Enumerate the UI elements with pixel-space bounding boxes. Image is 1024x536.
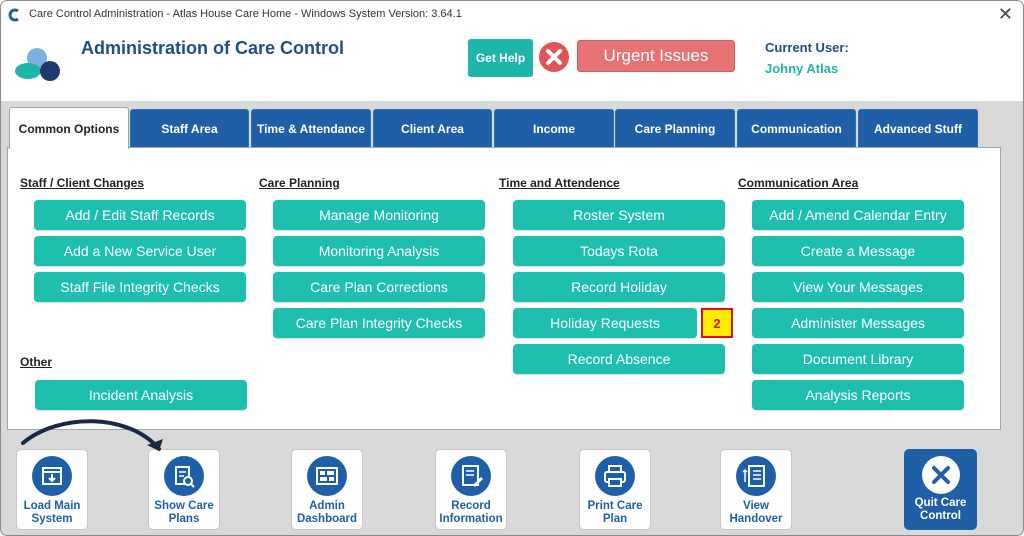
dashboard-icon	[307, 456, 347, 496]
app-icon	[8, 8, 19, 22]
close-icon	[922, 456, 960, 494]
app-window: Care Control Administration - Atlas Hous…	[0, 0, 1024, 536]
tab-care-planning[interactable]: Care Planning	[615, 109, 735, 147]
print-care-plan-button[interactable]: Print Care Plan	[579, 449, 651, 530]
title-bar: Care Control Administration - Atlas Hous…	[1, 1, 1023, 29]
record-information-button[interactable]: Record Information	[435, 449, 507, 530]
tab-staff-area[interactable]: Staff Area	[130, 109, 249, 147]
print-care-plan-label: Print Care Plan	[587, 500, 643, 525]
section-title-time-attendence: Time and Attendence	[499, 176, 620, 190]
view-handover-button[interactable]: View Handover	[720, 449, 792, 530]
main-area: Common Options Staff Area Time & Attenda…	[1, 101, 1023, 449]
common-options-panel: Staff / Client Changes Add / Edit Staff …	[7, 147, 1001, 430]
tab-income[interactable]: Income	[494, 109, 614, 147]
quit-care-control-button[interactable]: Quit Care Control	[904, 449, 977, 530]
current-user-label: Current User:	[765, 40, 849, 55]
view-handover-label: View Handover	[729, 500, 783, 525]
holiday-requests-count-badge: 2	[701, 308, 733, 338]
create-message-button[interactable]: Create a Message	[752, 236, 964, 266]
todays-rota-button[interactable]: Todays Rota	[513, 236, 725, 266]
get-help-button[interactable]: Get Help	[468, 39, 533, 77]
section-title-other: Other	[20, 355, 53, 369]
holiday-requests-button[interactable]: Holiday Requests	[513, 308, 697, 338]
load-main-system-label: Load Main System	[23, 500, 81, 525]
handover-list-icon	[736, 456, 776, 496]
tab-client-area[interactable]: Client Area	[373, 109, 492, 147]
care-plan-corrections-button[interactable]: Care Plan Corrections	[273, 272, 485, 302]
tab-common-options[interactable]: Common Options	[9, 107, 129, 149]
record-holiday-button[interactable]: Record Holiday	[513, 272, 725, 302]
tab-advanced-stuff[interactable]: Advanced Stuff	[858, 109, 978, 147]
urgent-issues-button[interactable]: Urgent Issues	[577, 40, 735, 72]
analysis-reports-button[interactable]: Analysis Reports	[752, 380, 964, 410]
app-title: Administration of Care Control	[81, 38, 345, 58]
section-title-care-planning: Care Planning	[259, 176, 340, 190]
document-edit-icon	[451, 456, 491, 496]
curved-arrow-annotation	[21, 419, 163, 451]
incident-analysis-button[interactable]: Incident Analysis	[35, 380, 247, 410]
logo	[15, 48, 60, 81]
add-service-user-button[interactable]: Add a New Service User	[34, 236, 246, 266]
tab-time-attendance[interactable]: Time & Attendance	[251, 109, 371, 147]
section-title-staff-client: Staff / Client Changes	[20, 176, 145, 190]
record-information-label: Record Information	[439, 500, 503, 525]
admin-dashboard-label: Admin Dashboard	[296, 500, 358, 525]
error-icon[interactable]	[538, 41, 570, 73]
monitoring-analysis-button[interactable]: Monitoring Analysis	[273, 236, 485, 266]
section-title-communication: Communication Area	[738, 176, 859, 190]
printer-icon	[595, 456, 635, 496]
admin-dashboard-button[interactable]: Admin Dashboard	[291, 449, 363, 530]
calendar-entry-button[interactable]: Add / Amend Calendar Entry	[752, 200, 964, 230]
roster-system-button[interactable]: Roster System	[513, 200, 725, 230]
view-messages-button[interactable]: View Your Messages	[752, 272, 964, 302]
header: Administration of Care Control Get Help …	[1, 29, 1023, 101]
document-library-button[interactable]: Document Library	[752, 344, 964, 374]
record-absence-button[interactable]: Record Absence	[513, 344, 725, 374]
window-close-icon[interactable]: ✕	[998, 4, 1013, 25]
show-care-plans-label: Show Care Plans	[154, 500, 214, 525]
add-edit-staff-button[interactable]: Add / Edit Staff Records	[34, 200, 246, 230]
tab-communication[interactable]: Communication	[737, 109, 856, 147]
quit-care-control-label: Quit Care Control	[914, 497, 967, 522]
care-plan-integrity-button[interactable]: Care Plan Integrity Checks	[273, 308, 485, 338]
staff-file-integrity-button[interactable]: Staff File Integrity Checks	[34, 272, 246, 302]
manage-monitoring-button[interactable]: Manage Monitoring	[273, 200, 485, 230]
window-title: Care Control Administration - Atlas Hous…	[29, 8, 462, 20]
current-user-name: Johny Atlas	[765, 61, 839, 76]
administer-messages-button[interactable]: Administer Messages	[752, 308, 964, 338]
